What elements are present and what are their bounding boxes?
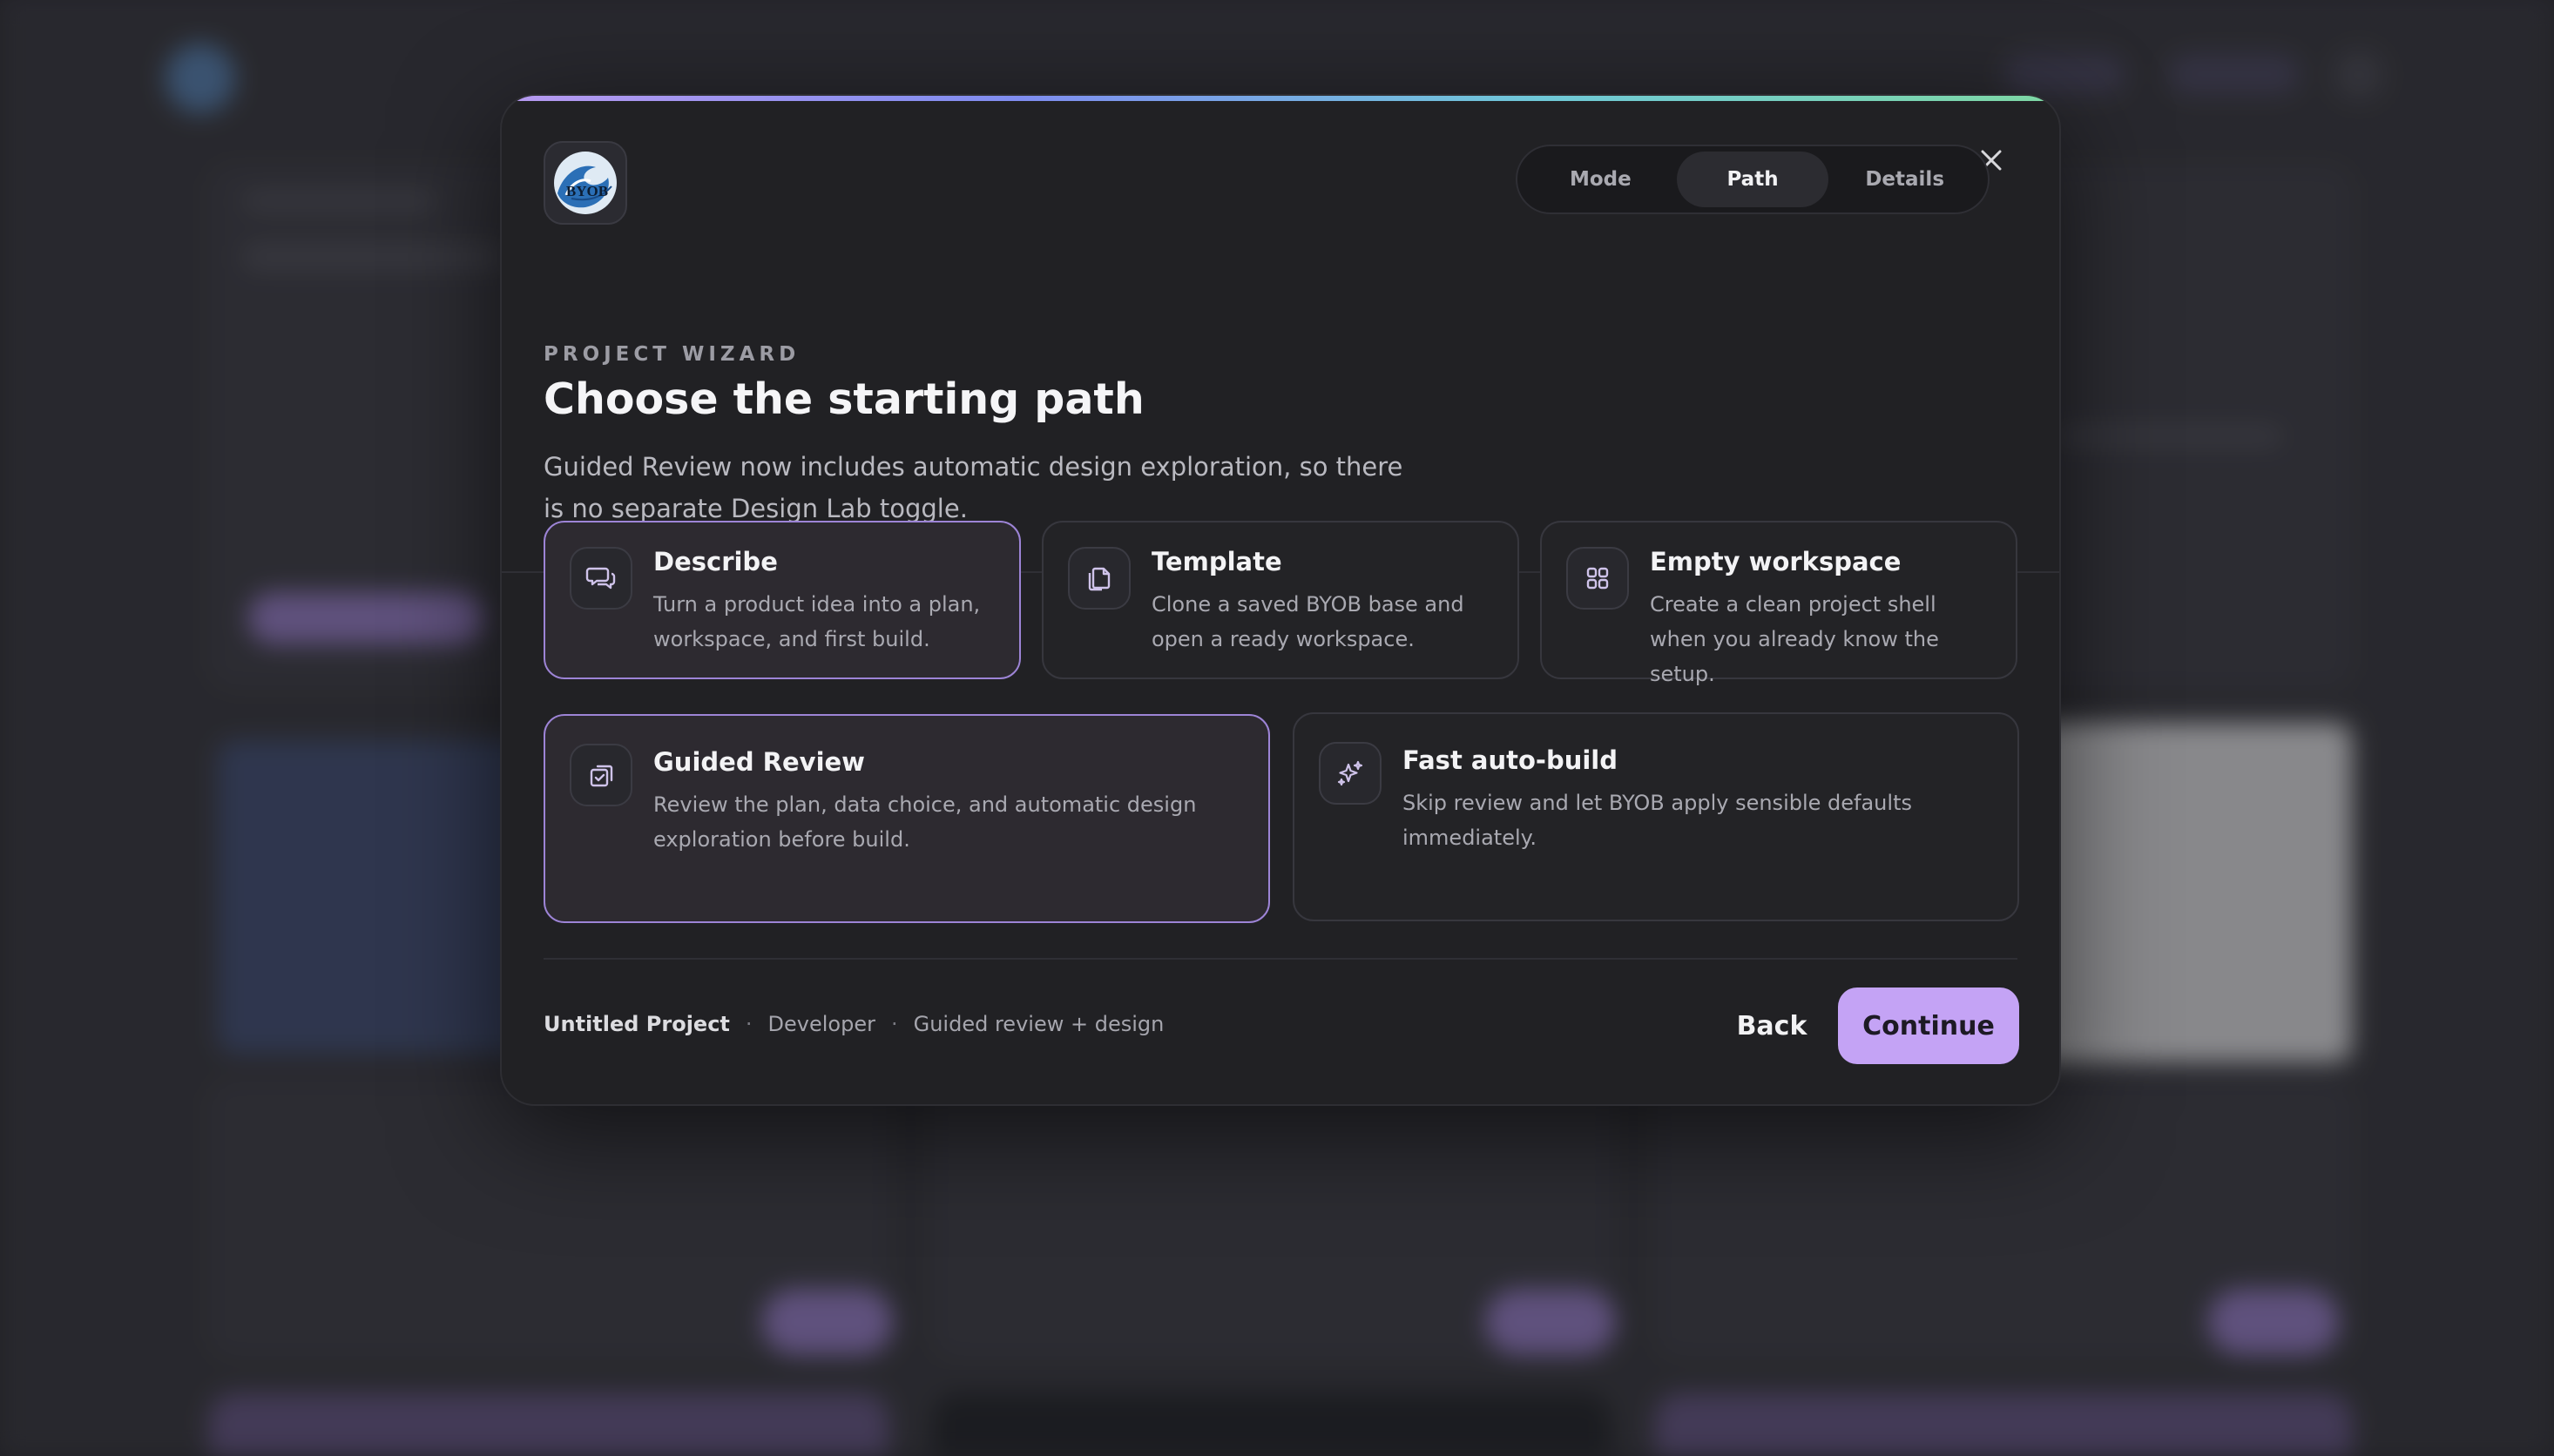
option-empty-workspace[interactable]: Empty workspace Create a clean project s… (1540, 521, 2017, 686)
summary-project-name: Untitled Project (544, 1012, 730, 1036)
option-description: Turn a product idea into a plan, workspa… (653, 592, 981, 651)
app-logo: BYOB (544, 141, 627, 225)
option-description: Create a clean project shell when you al… (1650, 592, 1939, 686)
summary-separator: · (890, 1012, 898, 1036)
summary-role: Developer (767, 1012, 875, 1036)
wizard-header: BYOB Mode Path Details PROJECT WIZARD Ch… (544, 141, 2017, 523)
option-template[interactable]: Template Clone a saved BYOB base and ope… (1042, 521, 1519, 679)
clipboard-check-icon (570, 744, 632, 806)
chat-bubbles-icon (570, 547, 632, 610)
option-title: Empty workspace (1650, 547, 1902, 576)
page-title: Choose the starting path (544, 374, 1145, 424)
grid-icon (1566, 547, 1629, 610)
logo-text: BYOB (566, 183, 608, 199)
project-wizard-modal: BYOB Mode Path Details PROJECT WIZARD Ch… (500, 94, 2061, 1106)
selection-summary: Untitled Project · Developer · Guided re… (544, 1012, 1164, 1036)
option-title: Describe (653, 547, 778, 576)
option-guided-review[interactable]: Guided Review Review the plan, data choi… (544, 714, 1270, 923)
option-title: Guided Review (653, 747, 865, 777)
option-title: Template (1152, 547, 1282, 576)
option-description: Review the plan, data choice, and automa… (653, 792, 1197, 852)
modal-accent-bar (502, 96, 2059, 101)
wizard-stepper: Mode Path Details (1516, 145, 1990, 214)
summary-mode: Guided review + design (913, 1012, 1165, 1036)
option-description: Clone a saved BYOB base and open a ready… (1152, 592, 1464, 651)
step-details[interactable]: Details (1828, 152, 1981, 207)
option-fast-auto-build[interactable]: Fast auto-build Skip review and let BYOB… (1293, 712, 2019, 921)
copy-files-icon (1068, 547, 1131, 610)
option-title: Fast auto-build (1402, 745, 1618, 775)
step-path[interactable]: Path (1676, 152, 1829, 207)
summary-separator: · (745, 1012, 753, 1036)
continue-button[interactable]: Continue (1838, 988, 2019, 1064)
sparkles-icon (1319, 742, 1382, 805)
footer-divider (544, 958, 2017, 960)
back-button[interactable]: Back (1711, 989, 1833, 1062)
wizard-eyebrow: PROJECT WIZARD (544, 343, 801, 366)
step-mode[interactable]: Mode (1524, 152, 1677, 207)
option-description: Skip review and let BYOB apply sensible … (1402, 791, 1912, 850)
option-describe[interactable]: Describe Turn a product idea into a plan… (544, 521, 1021, 679)
wave-logo-icon: BYOB (554, 152, 617, 214)
page-subtitle: Guided Review now includes automatic des… (544, 452, 1403, 523)
